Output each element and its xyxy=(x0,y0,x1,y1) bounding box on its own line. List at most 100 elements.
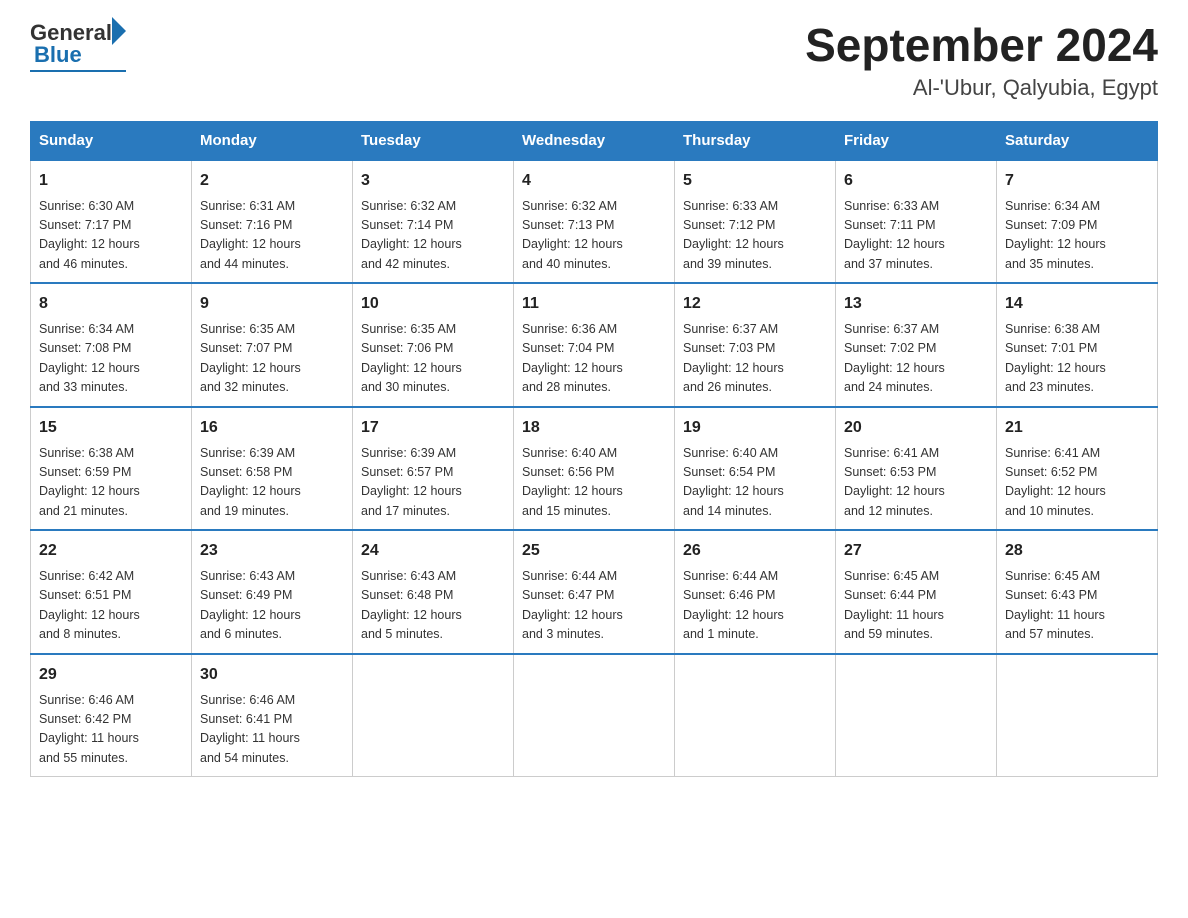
title-area: September 2024 Al-'Ubur, Qalyubia, Egypt xyxy=(805,20,1158,101)
table-row: 8 Sunrise: 6:34 AMSunset: 7:08 PMDaylight… xyxy=(31,283,192,407)
day-number: 5 xyxy=(683,169,827,193)
day-info: Sunrise: 6:30 AMSunset: 7:17 PMDaylight:… xyxy=(39,197,183,275)
logo-triangle-icon xyxy=(112,17,126,45)
table-row: 3 Sunrise: 6:32 AMSunset: 7:14 PMDaylight… xyxy=(353,160,514,284)
table-row: 12Sunrise: 6:37 AMSunset: 7:03 PMDayligh… xyxy=(675,283,836,407)
header-tuesday: Tuesday xyxy=(353,121,514,160)
header-wednesday: Wednesday xyxy=(514,121,675,160)
table-row xyxy=(514,654,675,777)
day-number: 4 xyxy=(522,169,666,193)
header-thursday: Thursday xyxy=(675,121,836,160)
table-row: 1 Sunrise: 6:30 AMSunset: 7:17 PMDaylight… xyxy=(31,160,192,284)
day-info: Sunrise: 6:32 AMSunset: 7:14 PMDaylight:… xyxy=(361,197,505,275)
calendar-header-row: Sunday Monday Tuesday Wednesday Thursday… xyxy=(31,121,1158,160)
day-number: 25 xyxy=(522,539,666,563)
logo-underline xyxy=(30,70,126,72)
table-row: 24 Sunrise: 6:43 AMSunset: 6:48 PMDayligh… xyxy=(353,530,514,654)
table-row: 7 Sunrise: 6:34 AMSunset: 7:09 PMDaylight… xyxy=(997,160,1158,284)
table-row: 15 Sunrise: 6:38 AMSunset: 6:59 PMDayligh… xyxy=(31,407,192,531)
day-info: Sunrise: 6:44 AMSunset: 6:47 PMDaylight:… xyxy=(522,567,666,645)
header-sunday: Sunday xyxy=(31,121,192,160)
day-number: 23 xyxy=(200,539,344,563)
day-info: Sunrise: 6:46 AMSunset: 6:42 PMDaylight:… xyxy=(39,691,183,769)
table-row: 13Sunrise: 6:37 AMSunset: 7:02 PMDayligh… xyxy=(836,283,997,407)
day-info: Sunrise: 6:43 AMSunset: 6:49 PMDaylight:… xyxy=(200,567,344,645)
day-number: 9 xyxy=(200,292,344,316)
page-header: General Blue September 2024 Al-'Ubur, Qa… xyxy=(30,20,1158,101)
day-info: Sunrise: 6:34 AMSunset: 7:08 PMDaylight:… xyxy=(39,320,183,398)
day-info: Sunrise: 6:38 AMSunset: 7:01 PMDaylight:… xyxy=(1005,320,1149,398)
table-row xyxy=(997,654,1158,777)
day-info: Sunrise: 6:38 AMSunset: 6:59 PMDaylight:… xyxy=(39,444,183,522)
table-row: 20 Sunrise: 6:41 AMSunset: 6:53 PMDayligh… xyxy=(836,407,997,531)
day-info: Sunrise: 6:31 AMSunset: 7:16 PMDaylight:… xyxy=(200,197,344,275)
day-info: Sunrise: 6:41 AMSunset: 6:52 PMDaylight:… xyxy=(1005,444,1149,522)
day-info: Sunrise: 6:32 AMSunset: 7:13 PMDaylight:… xyxy=(522,197,666,275)
day-info: Sunrise: 6:45 AMSunset: 6:44 PMDaylight:… xyxy=(844,567,988,645)
table-row: 25 Sunrise: 6:44 AMSunset: 6:47 PMDayligh… xyxy=(514,530,675,654)
table-row: 5 Sunrise: 6:33 AMSunset: 7:12 PMDaylight… xyxy=(675,160,836,284)
logo: General Blue xyxy=(30,20,126,72)
day-number: 21 xyxy=(1005,416,1149,440)
day-info: Sunrise: 6:41 AMSunset: 6:53 PMDaylight:… xyxy=(844,444,988,522)
day-info: Sunrise: 6:40 AMSunset: 6:56 PMDaylight:… xyxy=(522,444,666,522)
day-info: Sunrise: 6:44 AMSunset: 6:46 PMDaylight:… xyxy=(683,567,827,645)
header-friday: Friday xyxy=(836,121,997,160)
calendar-title: September 2024 xyxy=(805,20,1158,71)
table-row xyxy=(675,654,836,777)
day-number: 17 xyxy=(361,416,505,440)
day-info: Sunrise: 6:35 AMSunset: 7:06 PMDaylight:… xyxy=(361,320,505,398)
calendar-week-row: 22 Sunrise: 6:42 AMSunset: 6:51 PMDayligh… xyxy=(31,530,1158,654)
day-number: 7 xyxy=(1005,169,1149,193)
day-info: Sunrise: 6:39 AMSunset: 6:57 PMDaylight:… xyxy=(361,444,505,522)
day-info: Sunrise: 6:43 AMSunset: 6:48 PMDaylight:… xyxy=(361,567,505,645)
day-number: 24 xyxy=(361,539,505,563)
day-info: Sunrise: 6:42 AMSunset: 6:51 PMDaylight:… xyxy=(39,567,183,645)
day-info: Sunrise: 6:40 AMSunset: 6:54 PMDaylight:… xyxy=(683,444,827,522)
table-row: 21 Sunrise: 6:41 AMSunset: 6:52 PMDayligh… xyxy=(997,407,1158,531)
day-number: 3 xyxy=(361,169,505,193)
day-info: Sunrise: 6:45 AMSunset: 6:43 PMDaylight:… xyxy=(1005,567,1149,645)
day-number: 26 xyxy=(683,539,827,563)
day-number: 12 xyxy=(683,292,827,316)
day-number: 20 xyxy=(844,416,988,440)
day-number: 14 xyxy=(1005,292,1149,316)
day-info: Sunrise: 6:36 AMSunset: 7:04 PMDaylight:… xyxy=(522,320,666,398)
table-row: 9 Sunrise: 6:35 AMSunset: 7:07 PMDaylight… xyxy=(192,283,353,407)
table-row: 29 Sunrise: 6:46 AMSunset: 6:42 PMDayligh… xyxy=(31,654,192,777)
calendar-week-row: 8 Sunrise: 6:34 AMSunset: 7:08 PMDaylight… xyxy=(31,283,1158,407)
header-saturday: Saturday xyxy=(997,121,1158,160)
day-info: Sunrise: 6:33 AMSunset: 7:11 PMDaylight:… xyxy=(844,197,988,275)
day-number: 22 xyxy=(39,539,183,563)
table-row: 26 Sunrise: 6:44 AMSunset: 6:46 PMDayligh… xyxy=(675,530,836,654)
calendar-week-row: 15 Sunrise: 6:38 AMSunset: 6:59 PMDayligh… xyxy=(31,407,1158,531)
table-row: 2Sunrise: 6:31 AMSunset: 7:16 PMDaylight… xyxy=(192,160,353,284)
header-monday: Monday xyxy=(192,121,353,160)
day-number: 16 xyxy=(200,416,344,440)
calendar-location: Al-'Ubur, Qalyubia, Egypt xyxy=(805,75,1158,101)
table-row: 17 Sunrise: 6:39 AMSunset: 6:57 PMDayligh… xyxy=(353,407,514,531)
calendar-week-row: 1 Sunrise: 6:30 AMSunset: 7:17 PMDaylight… xyxy=(31,160,1158,284)
day-info: Sunrise: 6:34 AMSunset: 7:09 PMDaylight:… xyxy=(1005,197,1149,275)
day-number: 10 xyxy=(361,292,505,316)
table-row: 27 Sunrise: 6:45 AMSunset: 6:44 PMDayligh… xyxy=(836,530,997,654)
table-row: 14 Sunrise: 6:38 AMSunset: 7:01 PMDayligh… xyxy=(997,283,1158,407)
day-info: Sunrise: 6:33 AMSunset: 7:12 PMDaylight:… xyxy=(683,197,827,275)
day-number: 30 xyxy=(200,663,344,687)
logo-blue-text: Blue xyxy=(34,42,82,68)
day-number: 28 xyxy=(1005,539,1149,563)
day-info: Sunrise: 6:35 AMSunset: 7:07 PMDaylight:… xyxy=(200,320,344,398)
table-row xyxy=(353,654,514,777)
table-row: 28 Sunrise: 6:45 AMSunset: 6:43 PMDayligh… xyxy=(997,530,1158,654)
table-row: 6Sunrise: 6:33 AMSunset: 7:11 PMDaylight… xyxy=(836,160,997,284)
table-row: 22 Sunrise: 6:42 AMSunset: 6:51 PMDayligh… xyxy=(31,530,192,654)
day-number: 29 xyxy=(39,663,183,687)
day-number: 8 xyxy=(39,292,183,316)
day-number: 15 xyxy=(39,416,183,440)
table-row: 23 Sunrise: 6:43 AMSunset: 6:49 PMDayligh… xyxy=(192,530,353,654)
table-row: 10 Sunrise: 6:35 AMSunset: 7:06 PMDayligh… xyxy=(353,283,514,407)
table-row: 4 Sunrise: 6:32 AMSunset: 7:13 PMDaylight… xyxy=(514,160,675,284)
day-number: 27 xyxy=(844,539,988,563)
day-number: 1 xyxy=(39,169,183,193)
calendar-week-row: 29 Sunrise: 6:46 AMSunset: 6:42 PMDayligh… xyxy=(31,654,1158,777)
